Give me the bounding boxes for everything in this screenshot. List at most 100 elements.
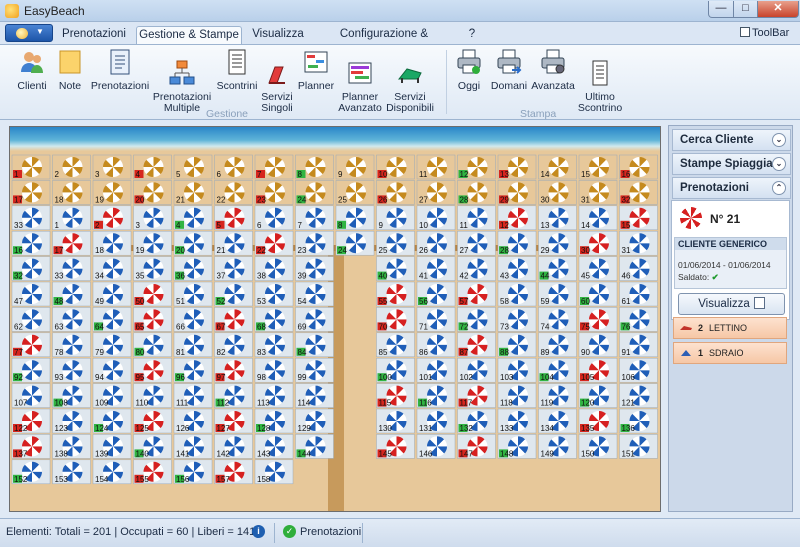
umbrella-cell[interactable]: 24 [295,180,334,205]
umbrella-cell[interactable]: 141 [173,434,213,459]
umbrella-cell[interactable]: 1 [52,205,91,231]
umbrella-cell[interactable]: 2 [92,205,132,231]
umbrella-cell[interactable]: 52 [214,281,253,307]
umbrella-cell[interactable]: 131 [416,408,456,434]
umbrella-cell[interactable]: 147 [457,434,496,459]
umbrella-cell[interactable]: 71 [416,307,456,332]
umbrella-cell[interactable]: 33 [52,256,91,281]
umbrella-cell[interactable]: 85 [376,332,415,358]
umbrella-cell[interactable]: 144 [295,434,334,459]
umbrella-cell[interactable]: 133 [497,408,537,434]
umbrella-cell[interactable]: 23 [295,230,334,256]
umbrella-cell[interactable]: 146 [416,434,456,459]
cerca-cliente-header[interactable]: Cerca Cliente ⌄ [672,129,791,151]
umbrella-cell[interactable]: 149 [538,434,577,459]
umbrella-cell[interactable]: 32 [619,180,658,205]
umbrella-cell[interactable]: 135 [578,408,618,434]
umbrella-cell[interactable]: 20 [173,230,213,256]
umbrella-cell[interactable]: 5 [173,154,213,180]
prenotazioni-header[interactable]: Prenotazioni ⌃ [672,177,791,199]
umbrella-cell[interactable]: 6 [214,154,253,180]
umbrella-cell[interactable]: 65 [133,307,172,332]
umbrella-cell[interactable]: 53 [254,281,294,307]
umbrella-cell[interactable]: 132 [457,408,496,434]
equipment-row[interactable]: 2 LETTINO [673,317,787,339]
umbrella-cell[interactable]: 8 [335,205,375,231]
umbrella-cell[interactable]: 5 [214,205,253,231]
planner-avanzato-button[interactable]: Planner Avanzato [337,48,383,125]
umbrella-cell[interactable]: 103 [497,357,537,383]
umbrella-cell[interactable]: 120 [578,383,618,408]
umbrella-cell[interactable]: 101 [416,357,456,383]
maximize-button[interactable]: □ [733,1,758,18]
tab-gestione-stampe[interactable]: Gestione & Stampe [136,26,242,44]
umbrella-cell[interactable]: 114 [295,383,334,408]
umbrella-cell[interactable]: 19 [92,180,132,205]
clienti-button[interactable]: Clienti [14,48,50,92]
umbrella-cell[interactable]: 30 [538,180,577,205]
umbrella-cell[interactable]: 48 [52,281,91,307]
umbrella-cell[interactable]: 36 [173,256,213,281]
umbrella-cell[interactable]: 79 [92,332,132,358]
umbrella-cell[interactable]: 72 [457,307,496,332]
umbrella-cell[interactable]: 84 [295,332,334,358]
umbrella-cell[interactable]: 60 [578,281,618,307]
umbrella-cell[interactable]: 151 [619,434,658,459]
umbrella-cell[interactable]: 49 [92,281,132,307]
umbrella-cell[interactable]: 142 [214,434,253,459]
stampa-avanzata-button[interactable]: Avanzata [531,48,575,92]
umbrella-cell[interactable]: 19 [133,230,172,256]
umbrella-cell[interactable]: 88 [497,332,537,358]
umbrella-cell[interactable]: 23 [254,180,294,205]
umbrella-cell[interactable]: 21 [214,230,253,256]
umbrella-cell[interactable]: 46 [619,256,658,281]
umbrella-cell[interactable]: 30 [578,230,618,256]
umbrella-cell[interactable]: 29 [538,230,577,256]
umbrella-cell[interactable]: 12 [497,205,537,231]
umbrella-cell[interactable]: 108 [52,383,91,408]
umbrella-cell[interactable]: 94 [92,357,132,383]
umbrella-cell[interactable]: 27 [457,230,496,256]
umbrella-cell[interactable]: 15 [578,154,618,180]
umbrella-cell[interactable]: 156 [173,459,213,485]
umbrella-cell[interactable]: 47 [11,281,51,307]
umbrella-cell[interactable]: 64 [92,307,132,332]
umbrella-cell[interactable]: 104 [538,357,577,383]
umbrella-cell[interactable]: 100 [376,357,415,383]
umbrella-cell[interactable]: 15 [619,205,658,231]
umbrella-cell[interactable]: 98 [254,357,294,383]
umbrella-cell[interactable]: 143 [254,434,294,459]
umbrella-cell[interactable]: 91 [619,332,658,358]
umbrella-cell[interactable]: 83 [254,332,294,358]
visualizza-button[interactable]: Visualizza [678,293,785,315]
stampe-spiaggia-header[interactable]: Stampe Spiaggia ⌄ [672,153,791,175]
umbrella-cell[interactable]: 89 [538,332,577,358]
umbrella-cell[interactable]: 27 [416,180,456,205]
umbrella-cell[interactable]: 11 [457,205,496,231]
umbrella-cell[interactable]: 12 [457,154,496,180]
umbrella-cell[interactable]: 16 [619,154,658,180]
umbrella-cell[interactable]: 40 [376,256,415,281]
umbrella-cell[interactable]: 129 [295,408,334,434]
umbrella-cell[interactable]: 105 [578,357,618,383]
umbrella-cell[interactable]: 31 [578,180,618,205]
umbrella-cell[interactable]: 31 [619,230,658,256]
umbrella-cell[interactable]: 9 [335,154,375,180]
umbrella-cell[interactable]: 115 [376,383,415,408]
umbrella-cell[interactable]: 14 [538,154,577,180]
umbrella-cell[interactable]: 32 [11,256,51,281]
umbrella-cell[interactable]: 10 [376,154,415,180]
umbrella-cell[interactable]: 25 [335,180,375,205]
umbrella-cell[interactable]: 90 [578,332,618,358]
umbrella-cell[interactable]: 139 [92,434,132,459]
umbrella-cell[interactable]: 73 [497,307,537,332]
umbrella-cell[interactable]: 3 [133,205,172,231]
umbrella-cell[interactable]: 24 [335,230,375,256]
umbrella-cell[interactable]: 55 [376,281,415,307]
stampa-domani-button[interactable]: Domani [489,48,529,92]
umbrella-cell[interactable]: 39 [295,256,334,281]
umbrella-cell[interactable]: 111 [173,383,213,408]
umbrella-cell[interactable]: 44 [538,256,577,281]
info-icon[interactable]: i [252,525,265,538]
umbrella-cell[interactable]: 153 [52,459,91,485]
